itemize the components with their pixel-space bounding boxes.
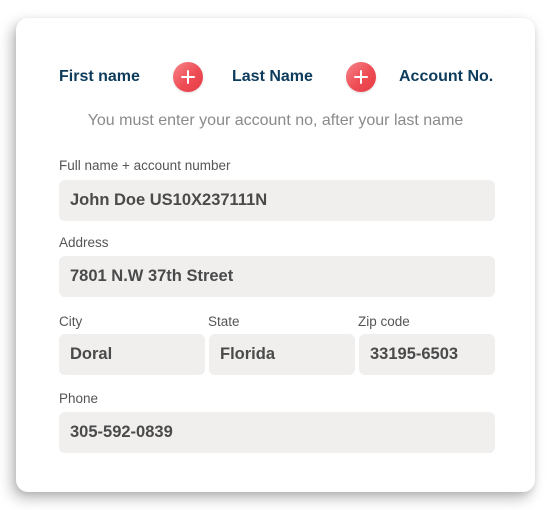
- city-field[interactable]: Doral: [59, 334, 205, 375]
- address-label: Address: [59, 235, 109, 250]
- phone-label: Phone: [59, 391, 99, 406]
- formula-account-no: Account No.: [399, 68, 494, 85]
- address-form-card: First name Last Name Account No. You mus…: [16, 18, 535, 492]
- phone-field[interactable]: 305-592-0839: [59, 412, 495, 453]
- city-label: City: [59, 314, 83, 329]
- formula-last-name: Last Name: [232, 68, 313, 85]
- address-field[interactable]: 7801 N.W 37th Street: [59, 256, 495, 297]
- zip-code-label: Zip code: [358, 314, 410, 329]
- state-label: State: [208, 314, 240, 329]
- name-formula: First name Last Name Account No.: [16, 62, 535, 96]
- full-name-field[interactable]: John Doe US10X237111N: [59, 180, 495, 221]
- plus-icon: [346, 62, 376, 92]
- full-name-label: Full name + account number: [59, 158, 231, 173]
- zip-code-field[interactable]: 33195-6503: [359, 334, 495, 375]
- plus-icon: [173, 62, 203, 92]
- state-field[interactable]: Florida: [209, 334, 355, 375]
- account-number-note: You must enter your account no, after yo…: [87, 112, 464, 129]
- formula-first-name: First name: [59, 68, 140, 85]
